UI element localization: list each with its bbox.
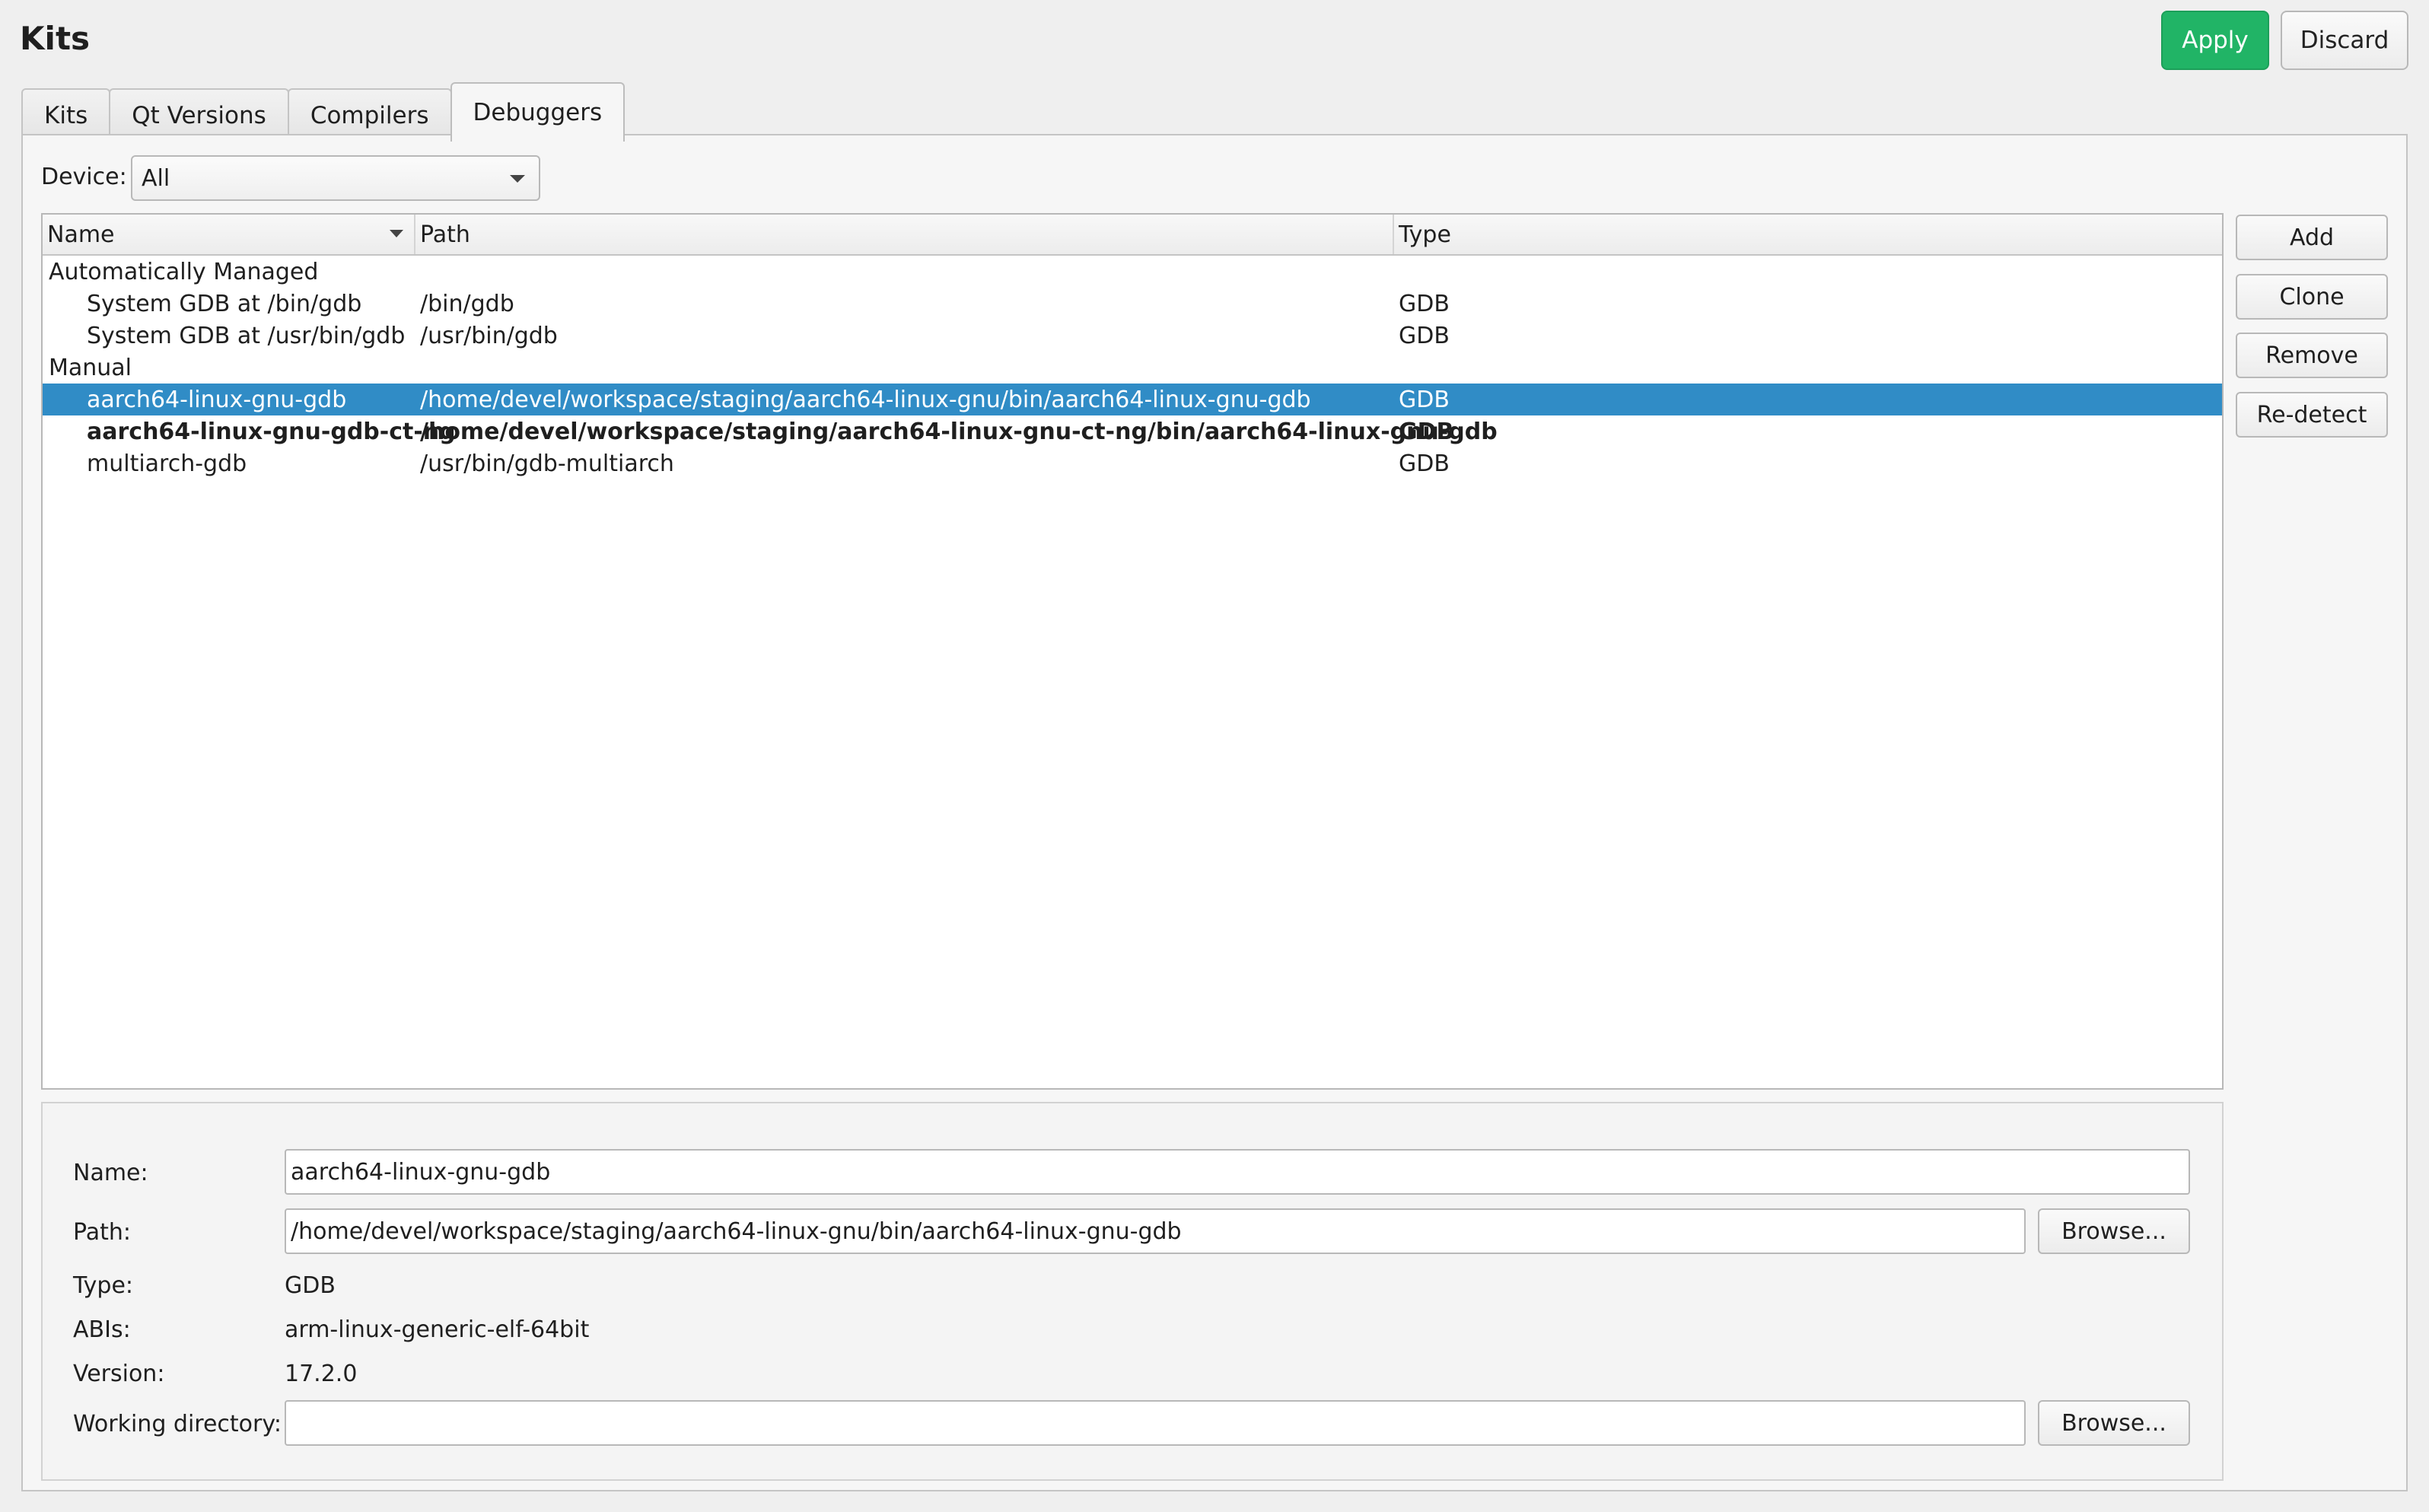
abis-value: arm-linux-generic-elf-64bit [285, 1316, 590, 1343]
table-row[interactable]: System GDB at /bin/gdb /bin/gdb GDB [43, 288, 2222, 320]
name-field[interactable]: aarch64-linux-gnu-gdb [285, 1149, 2190, 1195]
row-name: aarch64-linux-gnu-gdb [87, 386, 347, 413]
device-label: Device: [41, 164, 127, 190]
working-directory-label: Working directory: [73, 1411, 282, 1437]
row-name: multiarch-gdb [87, 450, 247, 477]
discard-button[interactable]: Discard [2281, 11, 2408, 70]
device-select-value: All [142, 164, 170, 192]
row-path: /usr/bin/gdb-multiarch [420, 450, 674, 477]
tree-header: Name Path Type [43, 215, 2222, 256]
working-directory-field[interactable] [285, 1400, 2026, 1446]
path-label: Path: [73, 1219, 132, 1246]
row-type: GDB [1399, 322, 1450, 349]
row-path: /home/devel/workspace/staging/aarch64-li… [420, 386, 1311, 413]
group-row-automatic[interactable]: Automatically Managed [43, 256, 2222, 288]
name-label: Name: [73, 1160, 148, 1186]
tab-bar: Kits Qt Versions Compilers Debuggers [21, 82, 626, 142]
row-name: System GDB at /bin/gdb [87, 290, 362, 317]
remove-button[interactable]: Remove [2236, 333, 2388, 378]
table-row[interactable]: multiarch-gdb /usr/bin/gdb-multiarch GDB [43, 447, 2222, 479]
row-name: aarch64-linux-gnu-gdb-ct-ng [87, 418, 456, 445]
row-path: /usr/bin/gdb [420, 322, 558, 349]
row-path: /home/devel/workspace/staging/aarch64-li… [420, 418, 1498, 445]
sort-descending-icon [390, 230, 403, 237]
row-name: System GDB at /usr/bin/gdb [87, 322, 406, 349]
clone-button[interactable]: Clone [2236, 274, 2388, 320]
column-header-path-label: Path [420, 221, 470, 248]
table-row[interactable]: aarch64-linux-gnu-gdb-ct-ng /home/devel/… [43, 415, 2222, 447]
working-directory-browse-button[interactable]: Browse... [2038, 1400, 2190, 1446]
group-row-manual[interactable]: Manual [43, 352, 2222, 384]
page-title: Kits [20, 20, 91, 57]
kits-settings-page: Kits Apply Discard Kits Qt Versions Comp… [0, 0, 2429, 1512]
column-header-path[interactable]: Path [415, 215, 1394, 254]
column-header-name[interactable]: Name [43, 215, 415, 254]
debuggers-tree[interactable]: Name Path Type Automatically Managed Sys… [41, 213, 2224, 1090]
device-select[interactable]: All [131, 155, 540, 201]
column-header-type[interactable]: Type [1394, 215, 2222, 254]
chevron-down-icon [510, 175, 525, 183]
tab-debuggers[interactable]: Debuggers [450, 82, 626, 142]
apply-button[interactable]: Apply [2161, 11, 2269, 70]
debugger-details: Name: aarch64-linux-gnu-gdb Path: /home/… [41, 1102, 2224, 1481]
redetect-button[interactable]: Re-detect [2236, 392, 2388, 438]
version-label: Version: [73, 1361, 165, 1387]
path-field[interactable]: /home/devel/workspace/staging/aarch64-li… [285, 1208, 2026, 1254]
type-label: Type: [73, 1272, 134, 1299]
row-type: GDB [1399, 418, 1454, 445]
column-header-type-label: Type [1399, 221, 1451, 248]
add-button[interactable]: Add [2236, 215, 2388, 260]
row-type: GDB [1399, 290, 1450, 317]
group-label: Manual [49, 354, 132, 381]
group-label: Automatically Managed [49, 258, 319, 285]
table-row-selected[interactable]: aarch64-linux-gnu-gdb /home/devel/worksp… [43, 384, 2222, 415]
row-path: /bin/gdb [420, 290, 514, 317]
path-browse-button[interactable]: Browse... [2038, 1208, 2190, 1254]
table-row[interactable]: System GDB at /usr/bin/gdb /usr/bin/gdb … [43, 320, 2222, 352]
row-type: GDB [1399, 386, 1450, 413]
row-type: GDB [1399, 450, 1450, 477]
version-value: 17.2.0 [285, 1361, 358, 1387]
column-header-name-label: Name [47, 221, 115, 248]
type-value: GDB [285, 1272, 336, 1299]
abis-label: ABIs: [73, 1316, 131, 1343]
